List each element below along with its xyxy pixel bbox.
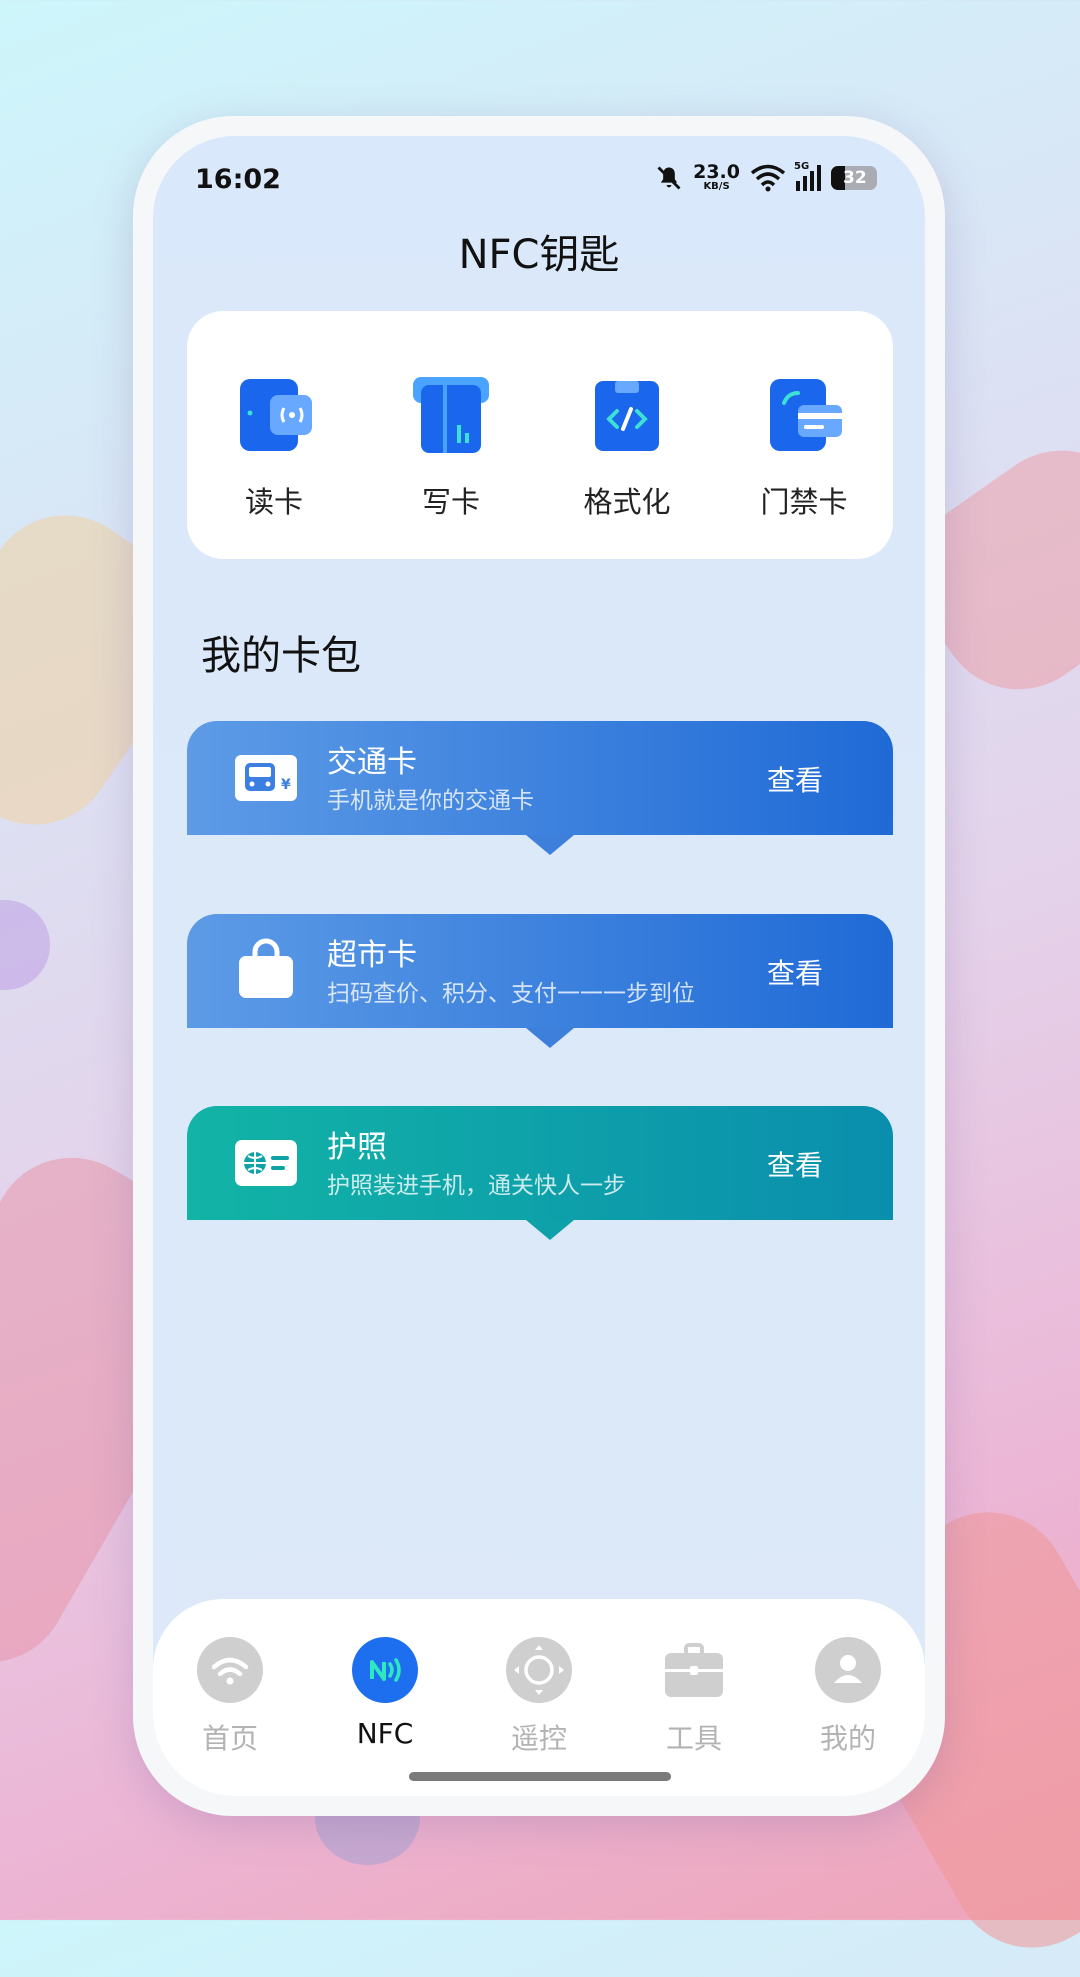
remote-icon	[506, 1637, 572, 1703]
nfc-icon	[352, 1637, 418, 1703]
toolbox-icon	[661, 1637, 727, 1703]
card-notch	[526, 835, 574, 855]
supermarket-card[interactable]: 超市卡 扫码查价、积分、支付一一一步到位 查看	[187, 914, 893, 1048]
passport-icon	[235, 1140, 297, 1186]
access-card-button[interactable]: 门禁卡	[744, 375, 864, 521]
tab-label: 我的	[819, 1722, 876, 1755]
wifi-icon	[197, 1637, 263, 1703]
card-name: 超市卡	[327, 938, 417, 973]
tab-profile[interactable]: 我的	[793, 1637, 903, 1757]
app-screen: 16:02 23.0 KB/S 5G 32 NFC钥匙 读卡 写卡 格式化 门禁…	[153, 136, 925, 1796]
home-indicator[interactable]	[409, 1772, 671, 1781]
quick-action-label: 写卡	[421, 485, 480, 519]
cellular-signal-icon: 5G	[794, 161, 821, 191]
quick-action-label: 格式化	[583, 485, 671, 519]
quick-action-label: 门禁卡	[760, 485, 848, 519]
status-time: 16:02	[195, 164, 281, 195]
tab-nfc[interactable]: NFC	[330, 1637, 440, 1750]
view-passport-card-button[interactable]: 查看	[767, 1144, 823, 1184]
tab-home[interactable]: 首页	[175, 1637, 285, 1757]
quick-action-label: 读卡	[244, 485, 303, 519]
write-card-icon	[413, 377, 489, 453]
read-card-icon	[240, 379, 312, 451]
mute-bell-icon	[657, 166, 681, 189]
background-circle	[0, 900, 50, 990]
page-title: NFC钥匙	[458, 232, 620, 278]
format-button[interactable]: 格式化	[567, 375, 687, 521]
quick-actions-panel: 读卡 写卡 格式化 门禁卡	[187, 311, 893, 559]
tab-remote[interactable]: 遥控	[484, 1637, 594, 1757]
net-speed: 23.0 KB/S	[693, 161, 740, 192]
card-description: 扫码查价、积分、支付一一一步到位	[327, 981, 695, 1007]
card-description: 护照装进手机，通关快人一步	[327, 1173, 626, 1199]
tab-tools[interactable]: 工具	[639, 1637, 749, 1757]
bus-card-icon: ¥	[235, 755, 297, 801]
transit-card[interactable]: ¥ 交通卡 手机就是你的交通卡 查看	[187, 721, 893, 855]
access-card-icon	[770, 379, 842, 451]
tab-label: 工具	[665, 1722, 722, 1755]
write-card-button[interactable]: 写卡	[391, 375, 511, 521]
wallet-section-title: 我的卡包	[201, 633, 361, 679]
phone-frame: 16:02 23.0 KB/S 5G 32 NFC钥匙 读卡 写卡 格式化 门禁…	[133, 116, 945, 1816]
card-name: 交通卡	[327, 745, 417, 780]
view-transit-card-button[interactable]: 查看	[767, 759, 823, 799]
tab-label: NFC	[356, 1717, 414, 1750]
card-notch	[526, 1028, 574, 1048]
battery-icon: 32	[831, 165, 877, 190]
view-supermarket-card-button[interactable]: 查看	[767, 952, 823, 992]
format-icon	[595, 381, 659, 451]
status-bar: 16:02 23.0 KB/S 5G 32	[153, 136, 925, 226]
svg-text:¥: ¥	[281, 777, 291, 793]
status-icons: 23.0 KB/S 5G 32	[655, 161, 877, 192]
shopping-bag-icon	[239, 938, 293, 998]
tab-label: 遥控	[510, 1722, 567, 1755]
card-description: 手机就是你的交通卡	[327, 788, 534, 814]
user-icon	[815, 1637, 881, 1703]
card-name: 护照	[327, 1130, 387, 1165]
card-notch	[526, 1220, 574, 1240]
wifi-signal-icon	[750, 164, 786, 191]
read-card-button[interactable]: 读卡	[214, 375, 334, 521]
tab-label: 首页	[201, 1722, 258, 1755]
bottom-tab-bar: 首页 NFC 遥控 工具 我的	[153, 1599, 925, 1796]
passport-card[interactable]: 护照 护照装进手机，通关快人一步 查看	[187, 1106, 893, 1240]
